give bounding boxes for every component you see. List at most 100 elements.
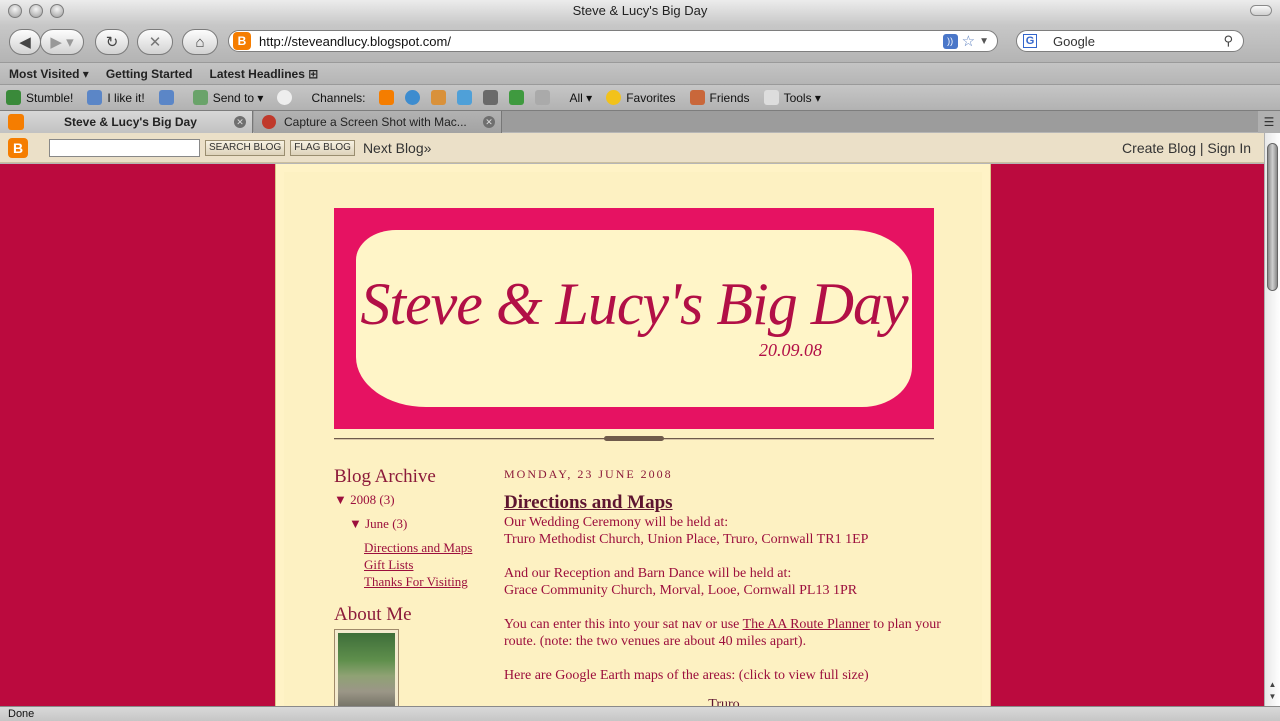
archive-year-toggle[interactable]: ▼ 2008 (3) — [334, 492, 499, 508]
link-separator: | — [1199, 139, 1204, 156]
friends-button[interactable]: Friends — [689, 90, 750, 105]
aa-route-planner-link[interactable]: The AA Route Planner — [743, 617, 870, 632]
tools-button[interactable]: Tools ▾ — [763, 90, 821, 105]
post-line: Here are Google Earth maps of the areas:… — [504, 668, 869, 683]
reload-button[interactable]: ↻ — [95, 29, 129, 55]
profile-photo[interactable] — [334, 629, 399, 706]
scroll-up-icon[interactable]: ▲ — [1267, 680, 1278, 692]
all-channels-dropdown[interactable]: All ▾ — [569, 91, 592, 105]
search-box[interactable]: G Google ⚲ — [1016, 30, 1244, 52]
archive-heading: Blog Archive — [334, 466, 436, 487]
channels-label-wrap: Channels: — [311, 91, 365, 105]
tab-steve-lucy[interactable]: Steve & Lucy's Big Day ✕ — [0, 111, 253, 133]
about-me-section: About Me — [334, 604, 412, 706]
post-line: Grace Community Church, Morval, Looe, Co… — [504, 583, 858, 598]
back-icon: ◀ — [19, 34, 31, 51]
header-scroll-frame: Steve & Lucy's Big Day 20.09.08 — [356, 230, 912, 407]
profile-photo-image — [338, 633, 395, 706]
archive-post-link[interactable]: Gift Lists — [364, 556, 499, 573]
post-paragraph: You can enter this into your sat nav or … — [504, 616, 944, 650]
blogger-navbar: B SEARCH BLOG FLAG BLOG Next Blog» Creat… — [0, 133, 1280, 163]
home-button[interactable]: ⌂ — [182, 29, 218, 55]
close-tab-icon[interactable]: ✕ — [483, 116, 495, 128]
header-divider — [334, 436, 934, 441]
blogger-channel-icon — [379, 90, 395, 105]
stop-button[interactable]: ✕ — [137, 29, 173, 55]
bookmark-star-icon[interactable]: ☆ — [962, 32, 975, 50]
send-to-button[interactable]: Send to ▾ — [192, 90, 263, 105]
star-icon — [606, 90, 622, 105]
search-blog-button[interactable]: SEARCH BLOG — [205, 139, 286, 156]
friends-label: Friends — [709, 90, 750, 105]
channel-tag[interactable] — [535, 90, 555, 105]
people-channel-icon — [431, 90, 447, 105]
sign-in-link[interactable]: Sign In — [1207, 140, 1251, 156]
blog-header-banner[interactable]: Steve & Lucy's Big Day 20.09.08 — [334, 208, 934, 429]
vertical-scrollbar[interactable]: ▲ ▼ — [1264, 133, 1280, 706]
next-blog-link[interactable]: Next Blog» — [363, 140, 431, 156]
scrollbar-thumb[interactable] — [1267, 143, 1278, 291]
channel-photos[interactable] — [457, 90, 477, 105]
bookmark-getting-started[interactable]: Getting Started — [106, 67, 193, 81]
tab-capture-screenshot[interactable]: Capture a Screen Shot with Mac... ✕ — [254, 111, 502, 133]
post-date: Monday, 23 June 2008 — [504, 467, 673, 481]
url-history-dropdown-icon[interactable]: ▼ — [979, 36, 989, 47]
stumble-label: Stumble! — [26, 90, 74, 105]
send-to-icon — [192, 90, 208, 105]
toolbar-toggle-button[interactable] — [1250, 5, 1272, 16]
channel-shopping[interactable] — [509, 90, 529, 105]
post-title-link[interactable]: Directions and Maps — [504, 492, 944, 514]
search-input[interactable]: Google — [1053, 34, 1223, 49]
archive-month-toggle[interactable]: ▼ June (3) — [349, 516, 499, 532]
channel-blogger[interactable] — [379, 90, 399, 105]
forward-icon: ▶ ▾ — [50, 34, 74, 51]
bookmark-most-visited[interactable]: Most Visited ▾ — [9, 67, 89, 81]
blogger-logo-icon[interactable]: B — [8, 137, 28, 158]
search-magnifier-icon[interactable]: ⚲ — [1223, 33, 1233, 49]
channels-label: Channels: — [311, 90, 366, 105]
url-text[interactable]: http://steveandlucy.blogspot.com/ — [259, 34, 943, 49]
tab-label: Steve & Lucy's Big Day — [64, 115, 197, 129]
sidebar: Blog Archive ▼ 2008 (3) ▼ June (3) Direc… — [334, 466, 499, 590]
forward-button[interactable]: ▶ ▾ — [40, 29, 84, 55]
blogger-favicon: B — [233, 32, 251, 50]
channel-tv[interactable] — [483, 90, 503, 105]
all-channels-label: All ▾ — [569, 90, 593, 105]
minimize-window-icon[interactable] — [29, 4, 43, 18]
main-post: Monday, 23 June 2008 Directions and Maps… — [504, 466, 944, 706]
comment-button[interactable] — [277, 90, 297, 105]
archive-post-link[interactable]: Directions and Maps — [364, 539, 499, 556]
channel-people[interactable] — [431, 90, 451, 105]
archive-post-link[interactable]: Thanks For Visiting — [364, 573, 499, 590]
stumble-button[interactable]: Stumble! — [6, 90, 73, 105]
red-tab-icon — [262, 115, 276, 129]
back-button[interactable]: ◀ — [9, 29, 41, 55]
friends-icon — [689, 90, 705, 105]
tab-list-button[interactable]: ☰ — [1258, 111, 1280, 133]
blog-inner-wrapper: Steve & Lucy's Big Day 20.09.08 Blog Arc… — [284, 172, 982, 706]
globe-channel-icon — [405, 90, 421, 105]
favorites-button[interactable]: Favorites — [606, 90, 676, 105]
channel-globe[interactable] — [405, 90, 425, 105]
like-button[interactable]: I like it! — [87, 90, 145, 105]
divider-ornament — [604, 436, 664, 441]
zoom-window-icon[interactable] — [50, 4, 64, 18]
close-tab-icon[interactable]: ✕ — [234, 116, 246, 128]
flag-blog-button[interactable]: FLAG BLOG — [290, 139, 355, 156]
thumbs-up-icon — [87, 90, 103, 105]
blog-search-input[interactable] — [49, 138, 200, 157]
rss-feed-icon[interactable]: )) — [942, 33, 958, 49]
create-blog-link[interactable]: Create Blog — [1122, 140, 1196, 156]
stumbleupon-toolbar: Stumble! I like it! Send to ▾ Channels: … — [0, 84, 1280, 110]
google-search-engine-icon[interactable]: G — [1023, 34, 1037, 48]
post-line: Truro Methodist Church, Union Place, Tru… — [504, 532, 869, 547]
blog-outer-wrapper: Steve & Lucy's Big Day 20.09.08 Blog Arc… — [275, 164, 991, 706]
bookmark-latest-headlines[interactable]: Latest Headlines ⊞ — [210, 67, 319, 81]
dislike-button[interactable] — [158, 90, 179, 105]
shopping-channel-icon — [509, 90, 525, 105]
close-window-icon[interactable] — [8, 4, 22, 18]
scroll-down-icon[interactable]: ▼ — [1267, 692, 1278, 704]
address-bar[interactable]: B http://steveandlucy.blogspot.com/ )) ☆… — [228, 30, 998, 52]
photos-channel-icon — [457, 90, 473, 105]
speech-bubble-icon — [277, 90, 293, 105]
